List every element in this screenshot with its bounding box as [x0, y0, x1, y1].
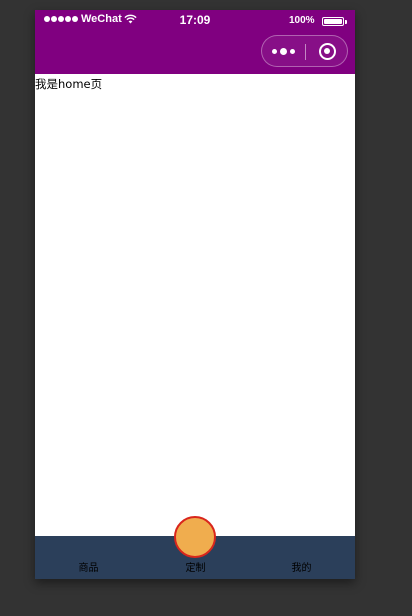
tab-mine[interactable]: 我的: [248, 536, 355, 579]
tab-customize-label: 定制: [185, 563, 206, 574]
center-circle-button[interactable]: [174, 516, 216, 558]
tab-mine-label: 我的: [291, 563, 312, 574]
menu-capsule: [261, 35, 348, 67]
navigation-bar: [35, 30, 355, 74]
status-bar: WeChat 17:09 100%: [35, 10, 355, 30]
more-dots-icon[interactable]: [262, 36, 305, 66]
page-content: 我是home页: [35, 74, 355, 536]
phone-frame: WeChat 17:09 100% 我是home页 商品 定制 我的: [35, 10, 355, 579]
home-page-text: 我是home页: [35, 77, 103, 91]
battery-icon: [322, 17, 347, 26]
tab-products[interactable]: 商品: [35, 536, 142, 579]
tab-products-label: 商品: [78, 563, 99, 574]
close-target-icon[interactable]: [306, 36, 348, 66]
battery-percentage: 100%: [289, 15, 315, 26]
